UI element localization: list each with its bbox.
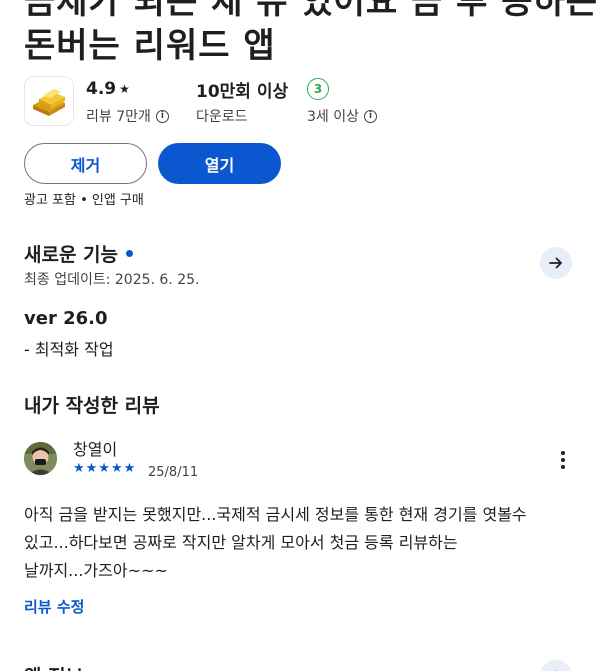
age-rating-stat[interactable]: 3 3세 이상 i bbox=[307, 78, 377, 126]
rating-stat[interactable]: 4.9 ★ 리뷰 7만개 i bbox=[86, 78, 169, 126]
more-options-button[interactable] bbox=[553, 448, 573, 472]
arrow-right-icon bbox=[555, 670, 558, 671]
open-button[interactable]: 열기 bbox=[158, 143, 281, 184]
my-review-title: 내가 작성한 리뷰 bbox=[24, 395, 160, 417]
version-text: ver 26.0 bbox=[24, 308, 108, 329]
app-title-line2: 돈버는 리워드 앱 bbox=[24, 26, 276, 66]
avatar bbox=[24, 442, 57, 475]
reviews-count: 리뷰 7만개 bbox=[86, 109, 151, 125]
whats-new-header[interactable]: 새로운 기능 bbox=[24, 240, 134, 267]
review-text-line: 아직 금을 받지는 못했지만...국제적 금시세 정보를 통한 현재 경기를 엿… bbox=[24, 505, 527, 524]
downloads-label: 다운로드 bbox=[196, 109, 248, 125]
info-icon[interactable]: i bbox=[155, 109, 169, 123]
info-icon[interactable]: i bbox=[364, 109, 377, 123]
remove-button[interactable]: 제거 bbox=[24, 143, 147, 184]
last-updated: 최종 업데이트: 2025. 6. 25. bbox=[24, 272, 200, 288]
ads-inapp-notice: 광고 포함 • 인앱 구매 bbox=[24, 193, 144, 208]
whats-new-arrow-button[interactable] bbox=[540, 247, 572, 279]
review-text-line: 있고...하다보면 공짜로 작지만 알차게 모아서 첫금 등록 리뷰하는 bbox=[24, 533, 458, 552]
age-rating-label: 3세 이상 bbox=[307, 109, 359, 125]
review-star-rating: ★★★★★ bbox=[73, 461, 137, 476]
age-rating-badge: 3 bbox=[307, 78, 329, 100]
edit-review-link[interactable]: 리뷰 수정 bbox=[24, 596, 84, 617]
review-text-line: 날까지...가즈아~~~ bbox=[24, 561, 168, 580]
arrow-right-icon bbox=[549, 257, 562, 269]
whats-new-title: 새로운 기능 bbox=[24, 244, 119, 266]
downloads-value: 10만회 이상 bbox=[196, 81, 289, 102]
review-date: 25/8/11 bbox=[148, 465, 199, 480]
app-info-arrow-button[interactable] bbox=[540, 660, 572, 671]
downloads-stat: 10만회 이상 다운로드 bbox=[196, 78, 288, 126]
new-indicator-dot bbox=[126, 250, 134, 257]
app-info-title: 앱 정보 bbox=[24, 662, 83, 671]
gold-bars-icon bbox=[33, 89, 65, 116]
review-text: 아직 금을 받지는 못했지만...국제적 금시세 정보를 통한 현재 경기를 엿… bbox=[24, 501, 574, 585]
rating-value: 4.9 bbox=[86, 79, 117, 99]
app-icon bbox=[24, 76, 74, 126]
version-note: - 최적화 작업 bbox=[24, 340, 114, 359]
reviewer-name: 창열이 bbox=[73, 440, 118, 459]
star-icon: ★ bbox=[119, 82, 130, 96]
